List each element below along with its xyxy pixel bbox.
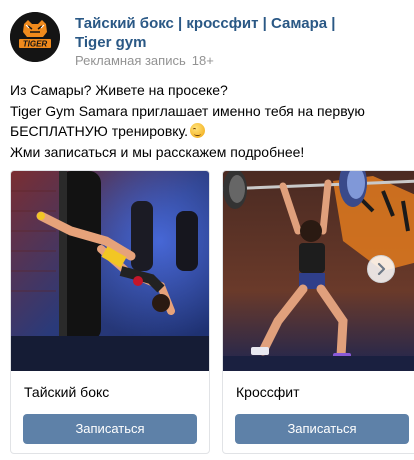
carousel-card[interactable]: Кроссфит Записаться (222, 170, 414, 454)
winking-face-icon (190, 123, 206, 138)
signup-button[interactable]: Записаться (235, 414, 409, 444)
community-avatar[interactable]: TIGER (10, 12, 60, 62)
ad-post: TIGER Тайский бокс | кроссфит | Самара |… (0, 0, 414, 460)
ad-carousel: Тайский бокс Записаться Кроссфит Записат… (0, 170, 414, 460)
post-text: Из Самары? Живете на просеке? Tiger Gym … (10, 80, 405, 162)
carousel-card[interactable]: Тайский бокс Записаться (10, 170, 210, 454)
post-text-line: Tiger Gym Samara приглашает именно тебя … (10, 102, 365, 119)
signup-button[interactable]: Записаться (23, 414, 197, 444)
tiger-logo-icon: TIGER (10, 12, 60, 62)
post-meta: Рекламная запись 18+ (75, 53, 214, 68)
muay-thai-heavy-bag-photo[interactable] (11, 171, 209, 371)
post-text-line-content: БЕСПЛАТНУЮ тренировку. (10, 123, 189, 139)
post-text-line: Жми записаться и мы расскажем подробнее! (10, 143, 305, 160)
age-rating: 18+ (191, 53, 214, 68)
card-title[interactable]: Кроссфит (236, 384, 299, 400)
post-text-line: БЕСПЛАТНУЮ тренировку. (10, 121, 405, 142)
post-text-line: Из Самары? Живете на просеке? (10, 82, 228, 98)
community-name-link[interactable]: Тайский бокс | кроссфит | Самара | Tiger… (75, 14, 365, 52)
card-title[interactable]: Тайский бокс (24, 384, 109, 400)
chevron-right-icon (377, 262, 386, 276)
carousel-next-button[interactable] (367, 255, 395, 283)
logo-wordmark: TIGER (23, 40, 48, 49)
ad-label: Рекламная запись (75, 53, 186, 68)
